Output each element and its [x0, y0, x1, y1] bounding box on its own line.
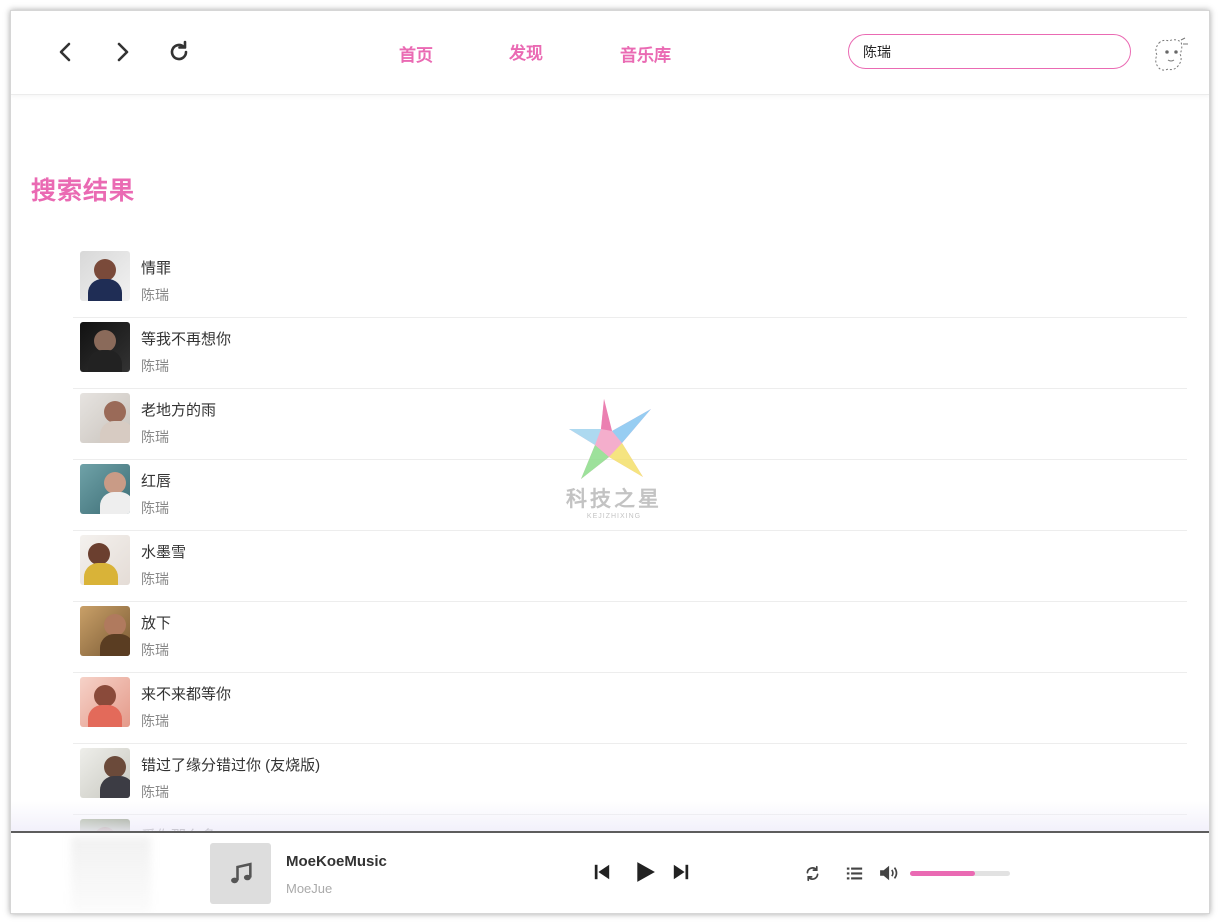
- tab-discover[interactable]: 发现: [509, 39, 543, 64]
- album-cover: [80, 464, 130, 514]
- song-title: 放下: [141, 615, 172, 632]
- list-item[interactable]: 错过了缘分错过你 (友烧版) 陈瑞: [73, 744, 1187, 815]
- list-item[interactable]: 情罪 陈瑞: [73, 247, 1187, 318]
- refresh-button[interactable]: [164, 37, 194, 67]
- volume-slider[interactable]: [910, 871, 1010, 876]
- album-cover: [80, 677, 130, 727]
- watermark: 科技之星 KEJIZHIXING: [559, 397, 669, 527]
- song-artist[interactable]: 陈瑞: [141, 356, 169, 376]
- list-item[interactable]: 等我不再想你 陈瑞: [73, 318, 1187, 389]
- chevron-right-icon: [117, 42, 129, 62]
- player-bar: MoeKoeMusic MoeJue: [11, 831, 1209, 913]
- song-artist[interactable]: 陈瑞: [141, 569, 169, 589]
- forward-button[interactable]: [107, 37, 137, 67]
- list-item[interactable]: 来不来都等你 陈瑞: [73, 673, 1187, 744]
- volume-icon: [880, 865, 898, 881]
- skip-previous-icon: [594, 864, 610, 880]
- volume-level: [910, 871, 975, 876]
- album-cover: [80, 393, 130, 443]
- song-artist[interactable]: 陈瑞: [141, 711, 169, 731]
- song-title: 老地方的雨: [141, 402, 217, 419]
- user-avatar-icon: [1155, 37, 1188, 71]
- watermark-text: 科技之星: [566, 486, 662, 511]
- song-title: 水墨雪: [141, 544, 187, 561]
- album-cover: [80, 251, 130, 301]
- list-item[interactable]: 水墨雪 陈瑞: [73, 531, 1187, 602]
- skip-next-icon: [673, 864, 689, 880]
- volume-button[interactable]: [878, 862, 902, 884]
- repeat-icon: [806, 865, 818, 881]
- app-window: 首页 发现 音乐库 搜索结果 情罪 陈瑞: [10, 10, 1210, 914]
- search-results-list: 情罪 陈瑞 等我不再想你 陈瑞 老地方的雨 陈瑞 红唇 陈瑞 水墨雪 陈瑞 放下…: [73, 247, 1187, 886]
- song-artist[interactable]: 陈瑞: [141, 427, 169, 447]
- list-item[interactable]: 放下 陈瑞: [73, 602, 1187, 673]
- song-artist[interactable]: 陈瑞: [141, 498, 169, 518]
- refresh-icon: [170, 40, 188, 61]
- song-title: 来不来都等你: [141, 686, 232, 703]
- song-artist[interactable]: 陈瑞: [141, 640, 169, 660]
- song-title: 错过了缘分错过你 (友烧版): [141, 757, 321, 774]
- star-logo-icon: [569, 399, 651, 479]
- song-artist[interactable]: 陈瑞: [141, 782, 169, 802]
- playlist-button[interactable]: [844, 863, 864, 883]
- now-playing-artist[interactable]: MoeJue: [286, 881, 332, 896]
- song-title: 红唇: [141, 473, 172, 490]
- page-title: 搜索结果: [31, 177, 136, 205]
- music-note-icon: [230, 861, 252, 883]
- album-cover: [80, 606, 130, 656]
- back-button[interactable]: [51, 37, 81, 67]
- next-button[interactable]: [670, 861, 692, 883]
- watermark-subtext: KEJIZHIXING: [586, 513, 642, 520]
- chevron-left-icon: [59, 42, 71, 62]
- playlist-icon: [846, 867, 862, 879]
- player-ghost-cover: [71, 837, 151, 913]
- album-cover: [80, 535, 130, 585]
- search-input[interactable]: [848, 34, 1131, 69]
- album-cover: [80, 748, 130, 798]
- play-button[interactable]: [632, 859, 658, 885]
- song-title: 情罪: [141, 260, 172, 277]
- tab-library[interactable]: 音乐库: [620, 41, 671, 66]
- now-playing-cover[interactable]: [210, 843, 271, 904]
- tab-home[interactable]: 首页: [399, 41, 433, 66]
- now-playing-title: MoeKoeMusic: [286, 853, 387, 870]
- song-artist[interactable]: 陈瑞: [141, 285, 169, 305]
- play-icon: [637, 862, 655, 882]
- avatar[interactable]: [1151, 35, 1191, 75]
- top-bar: 首页 发现 音乐库: [11, 11, 1209, 95]
- repeat-button[interactable]: [802, 863, 822, 883]
- album-cover: [80, 322, 130, 372]
- previous-button[interactable]: [591, 861, 613, 883]
- song-title: 等我不再想你: [141, 331, 232, 348]
